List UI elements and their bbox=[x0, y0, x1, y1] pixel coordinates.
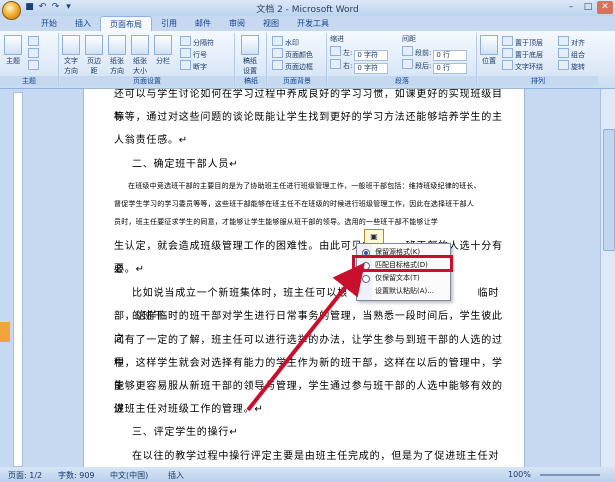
insert-mode[interactable]: 插入 bbox=[168, 470, 184, 481]
zoom-slider[interactable] bbox=[540, 474, 600, 476]
annotation-arrow bbox=[246, 262, 365, 412]
arrow-line bbox=[246, 262, 365, 412]
language[interactable]: 中文(中国) bbox=[110, 470, 148, 481]
page-count[interactable]: 页面: 1/2 bbox=[8, 470, 42, 481]
zoom-level[interactable]: 100% bbox=[508, 470, 531, 479]
status-bar: 页面: 1/2 字数: 909 中文(中国) 插入 100% bbox=[0, 467, 615, 482]
word-count[interactable]: 字数: 909 bbox=[58, 470, 95, 481]
